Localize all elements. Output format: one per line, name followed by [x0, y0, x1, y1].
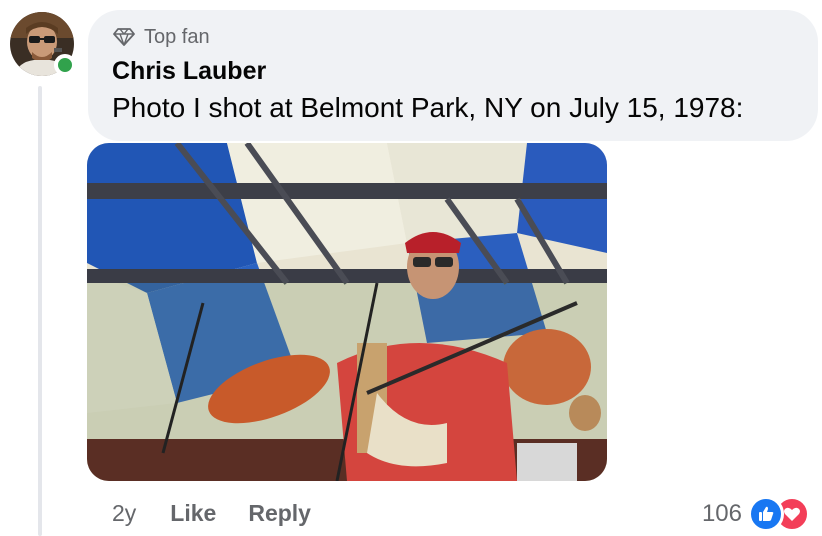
badge-label: Top fan — [144, 25, 210, 48]
timestamp[interactable]: 2y — [112, 500, 136, 527]
reply-button[interactable]: Reply — [248, 500, 311, 527]
avatar-container[interactable] — [10, 12, 76, 78]
comment-text: Photo I shot at Belmont Park, NY on July… — [112, 92, 744, 123]
author-name[interactable]: Chris Lauber — [112, 56, 794, 86]
top-fan-badge[interactable]: Top fan — [112, 24, 794, 50]
reactions-summary[interactable]: 106 — [702, 496, 810, 532]
thread-line — [38, 86, 42, 536]
online-status-dot — [54, 54, 76, 76]
like-icon — [748, 496, 784, 532]
comment-bubble: Top fan Chris Lauber Photo I shot at Bel… — [88, 10, 818, 141]
like-button[interactable]: Like — [170, 500, 216, 527]
comment-actions: 2y Like Reply — [112, 500, 311, 527]
concert-photo[interactable] — [87, 143, 607, 481]
reaction-count: 106 — [701, 500, 742, 527]
diamond-icon — [113, 28, 135, 46]
